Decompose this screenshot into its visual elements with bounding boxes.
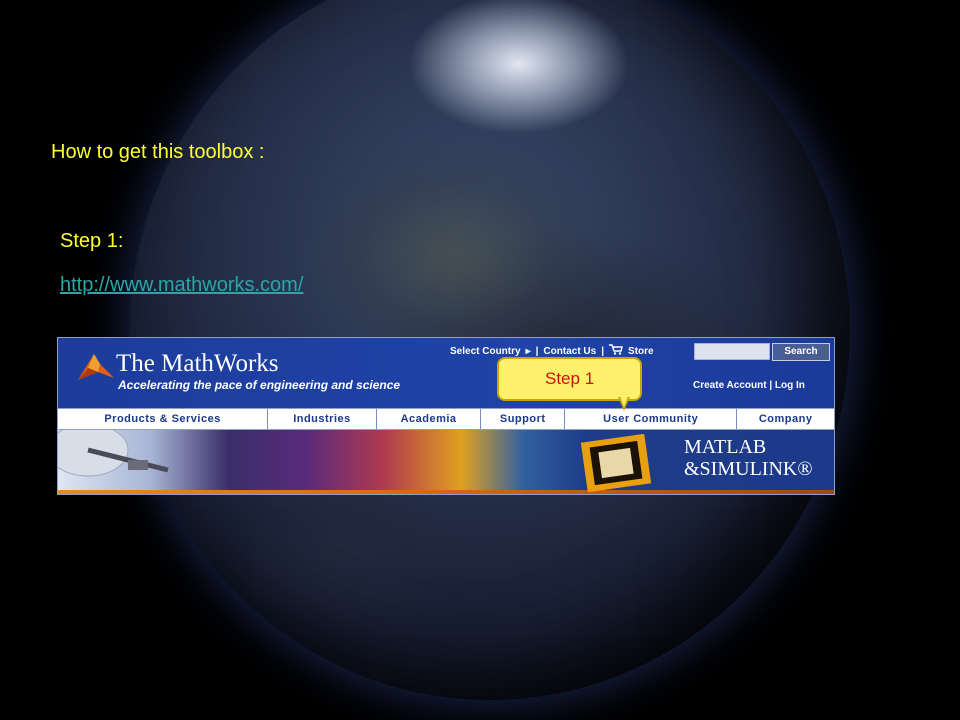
nav-user-community[interactable]: User Community — [565, 409, 738, 429]
mathworks-url-link[interactable]: http://www.mathworks.com/ — [60, 274, 303, 297]
mathworks-website-screenshot: The MathWorks Accelerating the pace of e… — [57, 337, 835, 495]
separator: | — [601, 345, 605, 357]
site-header: The MathWorks Accelerating the pace of e… — [58, 338, 834, 408]
mathworks-logo-icon — [78, 354, 114, 380]
site-brand: The MathWorks — [116, 350, 279, 377]
contact-us-link[interactable]: Contact Us — [543, 346, 596, 357]
slide-title: How to get this toolbox : — [51, 141, 265, 163]
microchip-icon — [580, 434, 652, 492]
matlab-simulink-logo: MATLAB &SIMULINK® — [684, 436, 813, 480]
slide: How to get this toolbox : Step 1: http:/… — [0, 0, 960, 720]
logo-line-simulink: &SIMULINK® — [684, 458, 813, 480]
callout-text: Step 1 — [545, 369, 595, 388]
nav-industries[interactable]: Industries — [268, 409, 377, 429]
store-link[interactable]: Store — [628, 346, 654, 357]
account-links[interactable]: Create Account | Log In — [693, 380, 805, 391]
nav-company[interactable]: Company — [737, 409, 834, 429]
site-search-input[interactable] — [694, 343, 770, 360]
callout-pointer-fill — [620, 396, 628, 407]
top-links: Select Country ▸ | Contact Us | Store — [450, 344, 654, 358]
separator: | — [535, 345, 539, 357]
triangle-right-icon: ▸ — [525, 345, 531, 357]
nav-products-services[interactable]: Products & Services — [58, 409, 269, 429]
site-main-nav: Products & Services Industries Academia … — [58, 408, 834, 430]
satellite-dish-icon — [58, 430, 169, 477]
banner-bottom-stripe — [58, 490, 834, 494]
shopping-cart-icon — [609, 344, 623, 358]
nav-support[interactable]: Support — [481, 409, 566, 429]
select-country-link[interactable]: Select Country — [450, 346, 521, 357]
nav-academia[interactable]: Academia — [377, 409, 482, 429]
step-label: Step 1: — [60, 230, 124, 252]
logo-line-matlab: MATLAB — [684, 436, 767, 458]
site-search-button[interactable]: Search — [772, 343, 830, 361]
site-tagline: Accelerating the pace of engineering and… — [118, 378, 401, 392]
step-callout: Step 1 — [497, 357, 642, 401]
